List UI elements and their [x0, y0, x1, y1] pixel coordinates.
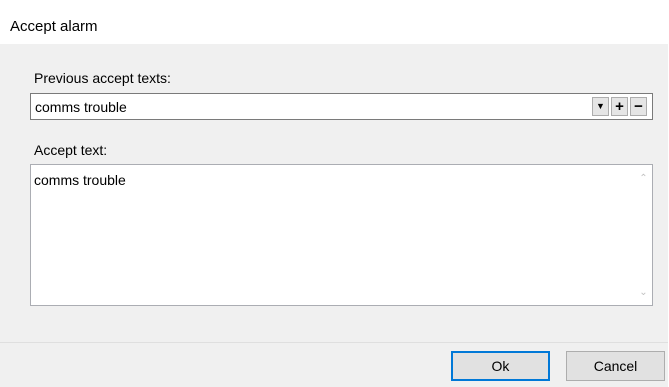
- ok-button[interactable]: Ok: [451, 351, 550, 381]
- vertical-scrollbar[interactable]: ⌃ ⌄: [635, 165, 652, 305]
- scroll-up-icon[interactable]: ⌃: [637, 172, 650, 185]
- previous-accept-texts-label: Previous accept texts:: [34, 70, 171, 86]
- window-title: Accept alarm: [10, 18, 98, 35]
- remove-text-button[interactable]: −: [630, 97, 647, 116]
- accept-text-area[interactable]: comms trouble ⌃ ⌄: [30, 164, 653, 306]
- minus-icon: −: [634, 98, 643, 115]
- accept-text-label: Accept text:: [34, 142, 108, 158]
- previous-accept-texts-value: comms trouble: [35, 99, 127, 115]
- title-bar[interactable]: Accept alarm: [0, 0, 668, 44]
- scroll-down-icon[interactable]: ⌄: [637, 286, 650, 299]
- accept-alarm-dialog: Accept alarm Previous accept texts: comm…: [0, 0, 668, 387]
- button-bar: Ok Cancel: [0, 342, 668, 387]
- previous-accept-texts-combobox[interactable]: comms trouble ▼ + −: [30, 93, 653, 120]
- dialog-body: Previous accept texts: comms trouble ▼ +…: [0, 44, 668, 342]
- chevron-down-icon: ▼: [596, 101, 605, 111]
- accept-text-value: comms trouble: [34, 172, 126, 188]
- cancel-button[interactable]: Cancel: [566, 351, 665, 381]
- add-text-button[interactable]: +: [611, 97, 628, 116]
- plus-icon: +: [615, 98, 624, 115]
- dropdown-button[interactable]: ▼: [592, 97, 609, 116]
